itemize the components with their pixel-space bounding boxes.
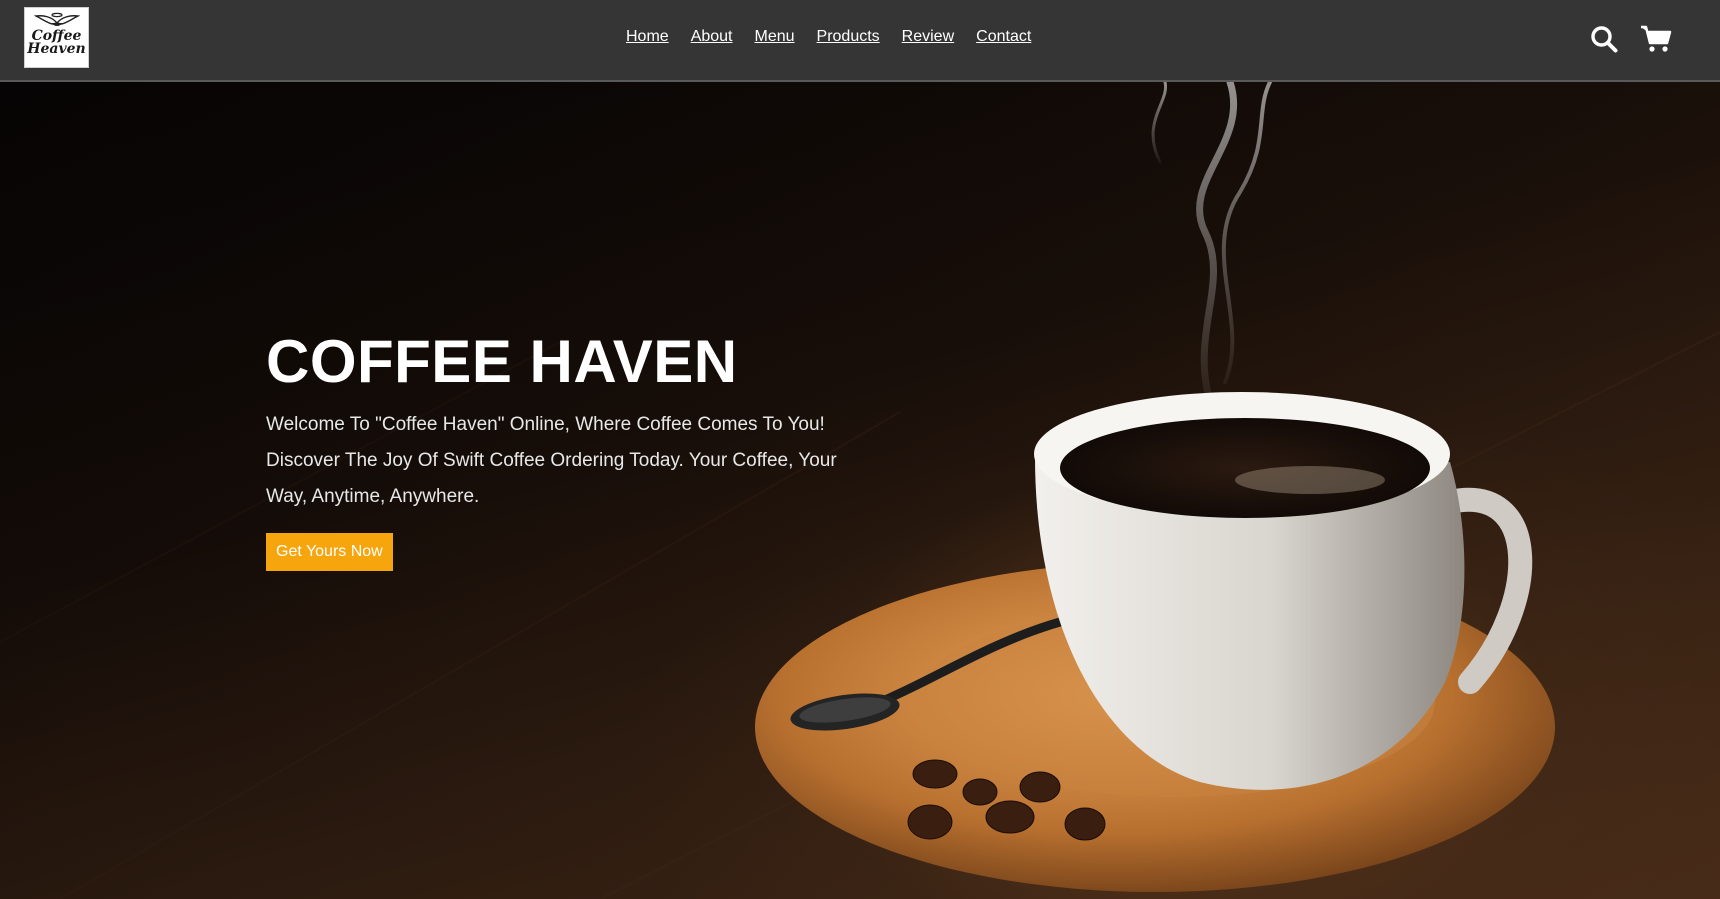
nav-link-about[interactable]: About	[691, 28, 733, 46]
nav-link-menu[interactable]: Menu	[755, 28, 795, 46]
hero-section: COFFEE HAVEN Welcome To "Coffee Haven" O…	[0, 82, 1720, 899]
nav-links: Home About Menu Products Review Contact	[626, 28, 1053, 46]
search-icon[interactable]	[1590, 25, 1618, 53]
nav-link-home[interactable]: Home	[626, 28, 669, 46]
cart-icon[interactable]	[1640, 25, 1672, 53]
hero-description: Welcome To "Coffee Haven" Online, Where …	[266, 414, 837, 507]
wings-icon	[33, 12, 80, 26]
nav-link-review[interactable]: Review	[902, 28, 954, 46]
logo-wordmark: Coffee Heaven	[27, 28, 86, 57]
nav-icons	[1590, 25, 1672, 53]
nav-link-products[interactable]: Products	[817, 28, 880, 46]
nav-link-contact[interactable]: Contact	[976, 28, 1031, 46]
brand-logo[interactable]: Coffee Heaven	[24, 7, 89, 68]
navbar: Coffee Heaven Home About Menu Products R…	[0, 0, 1720, 82]
get-yours-now-button[interactable]: Get Yours Now	[266, 533, 393, 571]
hero-title: COFFEE HAVEN	[266, 328, 738, 395]
hero-content: COFFEE HAVEN Welcome To "Coffee Haven" O…	[266, 327, 866, 571]
